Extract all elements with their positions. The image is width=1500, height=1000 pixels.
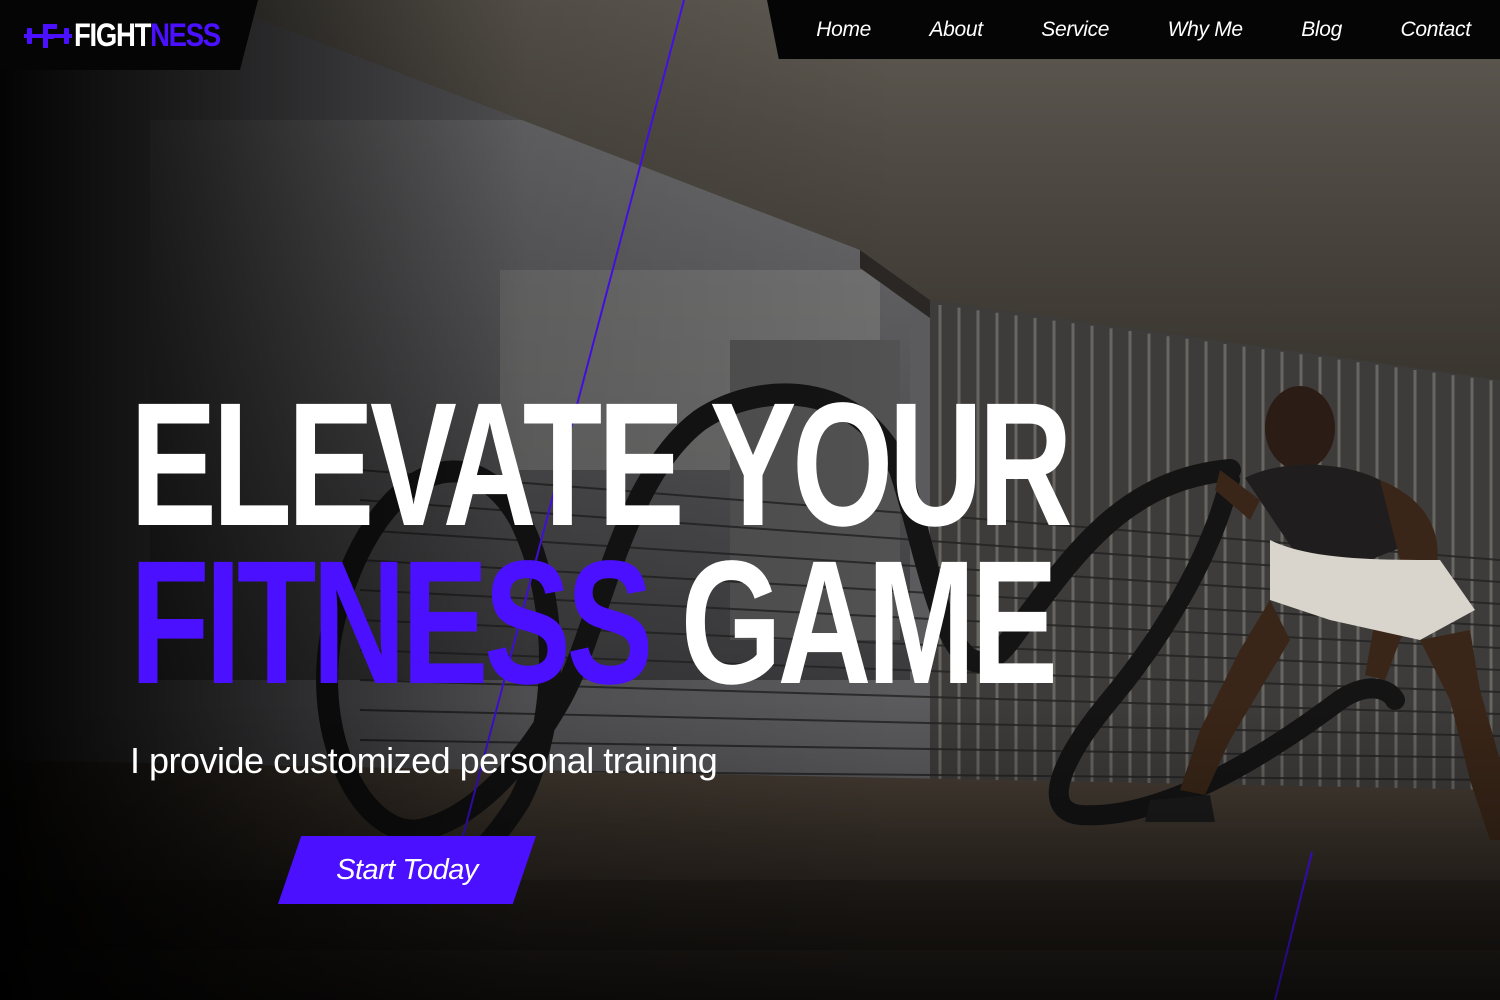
nav-about[interactable]: About	[929, 18, 983, 42]
brand-name-part1: FIGHT	[74, 17, 151, 53]
main-nav: Home About Service Why Me Blog Contact	[767, 0, 1500, 59]
start-today-button[interactable]: Start Today	[278, 836, 536, 904]
hero-subtitle: I provide customized personal training	[130, 740, 718, 781]
headline-line2: FITNESS GAME	[130, 535, 1068, 711]
logo[interactable]: FIGHTNESS	[0, 0, 258, 70]
nav-blog[interactable]: Blog	[1301, 18, 1342, 42]
f-dumbbell-icon	[24, 24, 72, 48]
hero-headline: ELEVATE YOUR FITNESS GAME	[130, 367, 1073, 711]
nav-home[interactable]: Home	[816, 18, 871, 42]
headline-line1: ELEVATE YOUR	[130, 367, 1073, 563]
nav-contact[interactable]: Contact	[1400, 18, 1471, 42]
headline-accent-word: FITNESS	[130, 525, 653, 721]
brand-name-part2: NESS	[150, 17, 221, 53]
nav-why-me[interactable]: Why Me	[1168, 18, 1244, 42]
brand-name: FIGHTNESS	[74, 14, 221, 56]
headline-line2-rest: GAME	[680, 525, 1058, 721]
nav-service[interactable]: Service	[1041, 18, 1109, 42]
